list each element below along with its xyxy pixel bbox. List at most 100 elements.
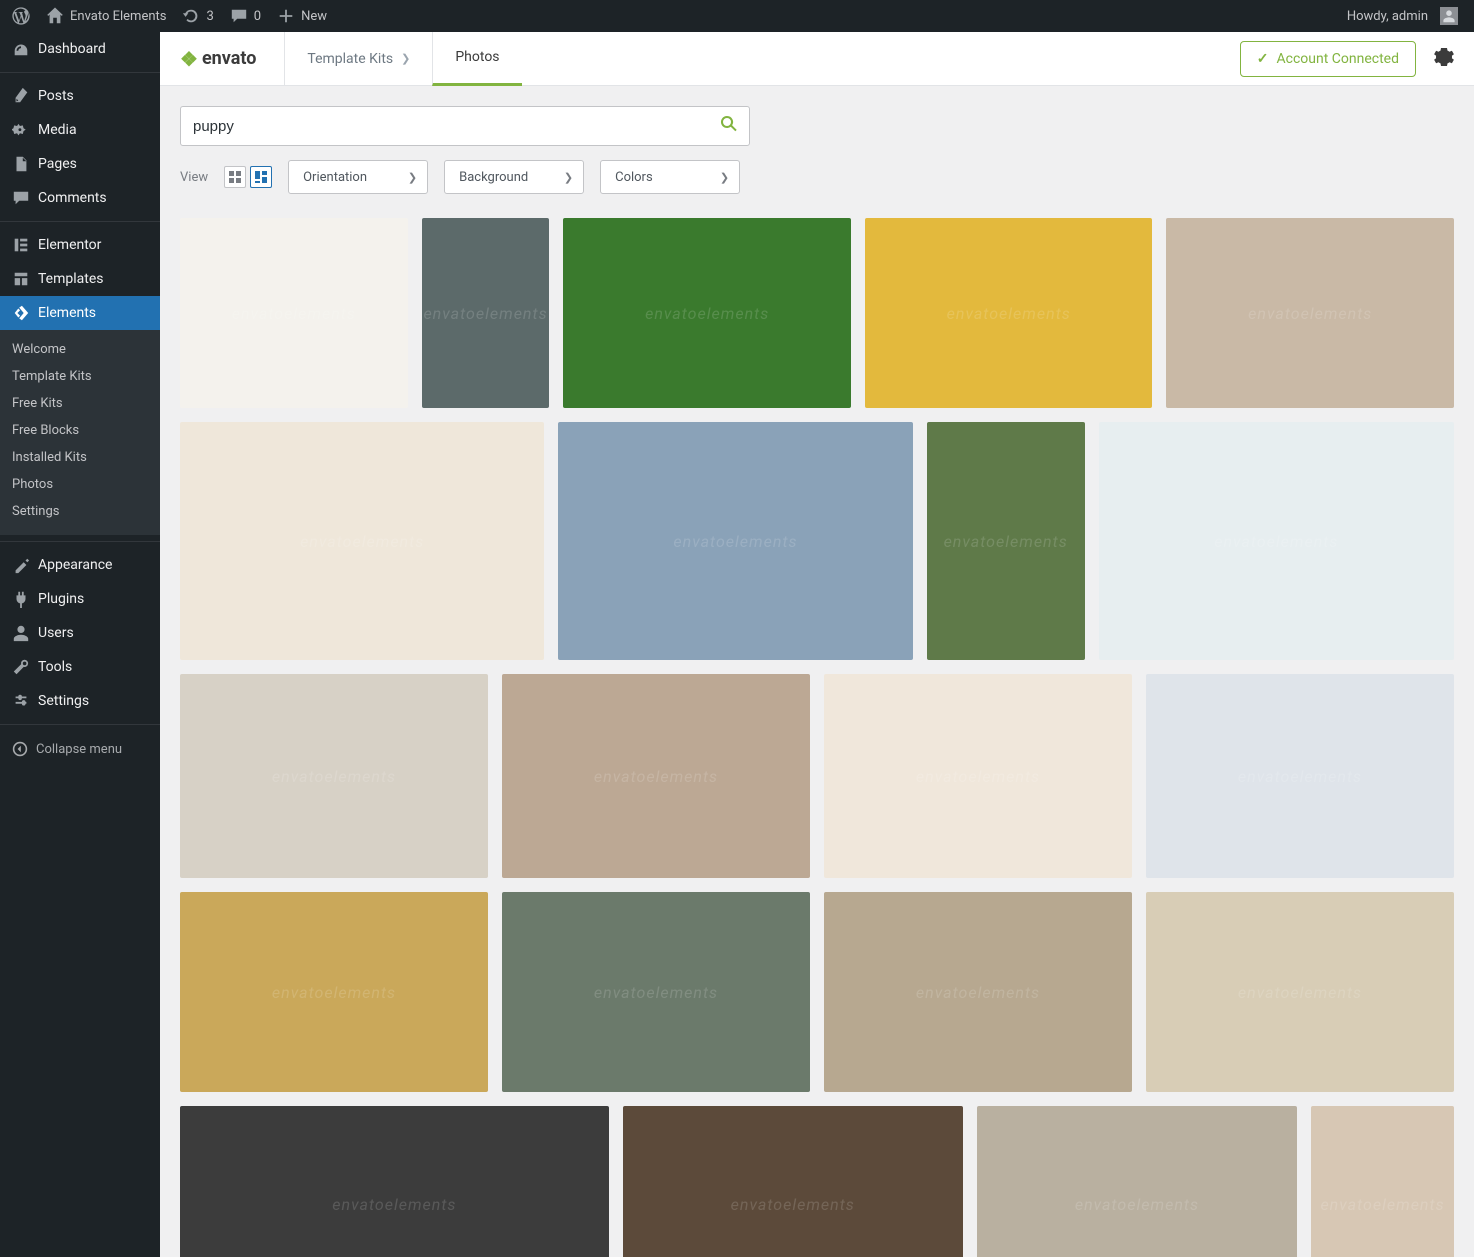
submenu-template-kits[interactable]: Template Kits bbox=[0, 363, 160, 390]
photo-thumbnail[interactable]: envatoelements bbox=[180, 218, 408, 408]
photo-results-grid: envatoelementsenvatoelementsenvatoelemen… bbox=[160, 200, 1474, 1257]
watermark: envatoelements bbox=[1166, 218, 1454, 408]
submenu-photos[interactable]: Photos bbox=[0, 471, 160, 498]
account-menu[interactable]: Howdy, admin bbox=[1339, 0, 1466, 32]
sidebar-item-media[interactable]: Media bbox=[0, 113, 160, 147]
watermark: envatoelements bbox=[865, 218, 1153, 408]
photo-thumbnail[interactable]: envatoelements bbox=[1311, 1106, 1454, 1257]
sidebar-item-posts[interactable]: Posts bbox=[0, 79, 160, 113]
photo-thumbnail[interactable]: envatoelements bbox=[502, 674, 810, 878]
photo-search[interactable] bbox=[180, 106, 750, 146]
submenu-welcome[interactable]: Welcome bbox=[0, 336, 160, 363]
refresh-icon bbox=[182, 7, 200, 25]
sidebar-label: Settings bbox=[38, 693, 89, 709]
wp-admin-bar: Envato Elements 3 0 New Howdy, admin bbox=[0, 0, 1474, 32]
sidebar-item-dashboard[interactable]: Dashboard bbox=[0, 32, 160, 66]
sidebar-item-plugins[interactable]: Plugins bbox=[0, 582, 160, 616]
search-input[interactable] bbox=[193, 118, 719, 135]
watermark: envatoelements bbox=[180, 674, 488, 878]
photo-thumbnail[interactable]: envatoelements bbox=[1166, 218, 1454, 408]
filter-colors[interactable]: Colors ❯ bbox=[600, 160, 740, 194]
howdy-text: Howdy, admin bbox=[1347, 9, 1428, 24]
photo-thumbnail[interactable]: envatoelements bbox=[1146, 892, 1454, 1092]
sidebar-item-templates[interactable]: Templates bbox=[0, 262, 160, 296]
sidebar-item-settings[interactable]: Settings bbox=[0, 684, 160, 718]
chevron-right-icon: ❯ bbox=[401, 52, 410, 65]
watermark: envatoelements bbox=[824, 892, 1132, 1092]
site-name: Envato Elements bbox=[70, 9, 166, 24]
watermark: envatoelements bbox=[1311, 1106, 1454, 1257]
submenu-installed-kits[interactable]: Installed Kits bbox=[0, 444, 160, 471]
photo-thumbnail[interactable]: envatoelements bbox=[865, 218, 1153, 408]
sidebar-item-elementor[interactable]: Elementor bbox=[0, 228, 160, 262]
chevron-right-icon: ❯ bbox=[564, 171, 573, 184]
leaf-icon: ❖ bbox=[180, 47, 198, 71]
collapse-label: Collapse menu bbox=[36, 742, 122, 757]
new-content[interactable]: New bbox=[269, 0, 335, 32]
sidebar-item-tools[interactable]: Tools bbox=[0, 650, 160, 684]
photo-thumbnail[interactable]: envatoelements bbox=[563, 218, 851, 408]
sidebar-label: Appearance bbox=[38, 557, 112, 573]
photo-thumbnail[interactable]: envatoelements bbox=[558, 422, 912, 660]
watermark: envatoelements bbox=[1099, 422, 1454, 660]
sidebar-submenu: Welcome Template Kits Free Kits Free Blo… bbox=[0, 330, 160, 535]
photo-thumbnail[interactable]: envatoelements bbox=[502, 892, 810, 1092]
sidebar-label: Pages bbox=[38, 156, 77, 172]
filter-orientation[interactable]: Orientation ❯ bbox=[288, 160, 428, 194]
updates-link[interactable]: 3 bbox=[174, 0, 221, 32]
photo-thumbnail[interactable]: envatoelements bbox=[180, 422, 544, 660]
sidebar-label: Tools bbox=[38, 659, 72, 675]
watermark: envatoelements bbox=[558, 422, 912, 660]
watermark: envatoelements bbox=[180, 218, 408, 408]
photo-thumbnail[interactable]: envatoelements bbox=[180, 1106, 609, 1257]
sidebar-label: Plugins bbox=[38, 591, 84, 607]
watermark: envatoelements bbox=[927, 422, 1085, 660]
account-connected-button[interactable]: ✓ Account Connected bbox=[1240, 41, 1416, 77]
photo-thumbnail[interactable]: envatoelements bbox=[824, 674, 1132, 878]
tab-photos[interactable]: Photos bbox=[432, 32, 521, 86]
photo-thumbnail[interactable]: envatoelements bbox=[422, 218, 550, 408]
sidebar-label: Templates bbox=[38, 271, 104, 287]
chevron-right-icon: ❯ bbox=[720, 171, 729, 184]
search-icon[interactable] bbox=[719, 114, 739, 138]
sidebar-item-users[interactable]: Users bbox=[0, 616, 160, 650]
photo-thumbnail[interactable]: envatoelements bbox=[1099, 422, 1454, 660]
submenu-free-blocks[interactable]: Free Blocks bbox=[0, 417, 160, 444]
tab-template-kits[interactable]: Template Kits ❯ bbox=[284, 32, 432, 86]
photo-thumbnail[interactable]: envatoelements bbox=[180, 674, 488, 878]
collapse-menu[interactable]: Collapse menu bbox=[0, 731, 160, 767]
new-label: New bbox=[301, 9, 327, 24]
sidebar-item-comments[interactable]: Comments bbox=[0, 181, 160, 215]
watermark: envatoelements bbox=[824, 674, 1132, 878]
watermark: envatoelements bbox=[502, 892, 810, 1092]
settings-gear-button[interactable] bbox=[1434, 47, 1454, 71]
filter-background[interactable]: Background ❯ bbox=[444, 160, 584, 194]
photo-thumbnail[interactable]: envatoelements bbox=[180, 892, 488, 1092]
watermark: envatoelements bbox=[1146, 892, 1454, 1092]
photo-thumbnail[interactable]: envatoelements bbox=[1146, 674, 1454, 878]
watermark: envatoelements bbox=[1146, 674, 1454, 878]
sidebar-item-appearance[interactable]: Appearance bbox=[0, 548, 160, 582]
photo-thumbnail[interactable]: envatoelements bbox=[623, 1106, 963, 1257]
sidebar-label: Users bbox=[38, 625, 74, 641]
plus-icon bbox=[277, 7, 295, 25]
comments-bubble[interactable]: 0 bbox=[222, 0, 269, 32]
site-name-link[interactable]: Envato Elements bbox=[38, 0, 174, 32]
sidebar-item-pages[interactable]: Pages bbox=[0, 147, 160, 181]
photo-thumbnail[interactable]: envatoelements bbox=[824, 892, 1132, 1092]
sidebar-item-elements[interactable]: Elements bbox=[0, 296, 160, 330]
watermark: envatoelements bbox=[977, 1106, 1297, 1257]
watermark: envatoelements bbox=[502, 674, 810, 878]
submenu-settings[interactable]: Settings bbox=[0, 498, 160, 525]
chevron-right-icon: ❯ bbox=[408, 171, 417, 184]
view-masonry-button[interactable] bbox=[250, 166, 272, 188]
submenu-free-kits[interactable]: Free Kits bbox=[0, 390, 160, 417]
envato-logo[interactable]: ❖ envato bbox=[180, 47, 284, 71]
photo-thumbnail[interactable]: envatoelements bbox=[927, 422, 1085, 660]
watermark: envatoelements bbox=[623, 1106, 963, 1257]
photo-thumbnail[interactable]: envatoelements bbox=[977, 1106, 1297, 1257]
comment-icon bbox=[230, 7, 248, 25]
wp-logo[interactable] bbox=[4, 0, 38, 32]
view-grid-button[interactable] bbox=[224, 166, 246, 188]
view-label: View bbox=[180, 170, 208, 185]
